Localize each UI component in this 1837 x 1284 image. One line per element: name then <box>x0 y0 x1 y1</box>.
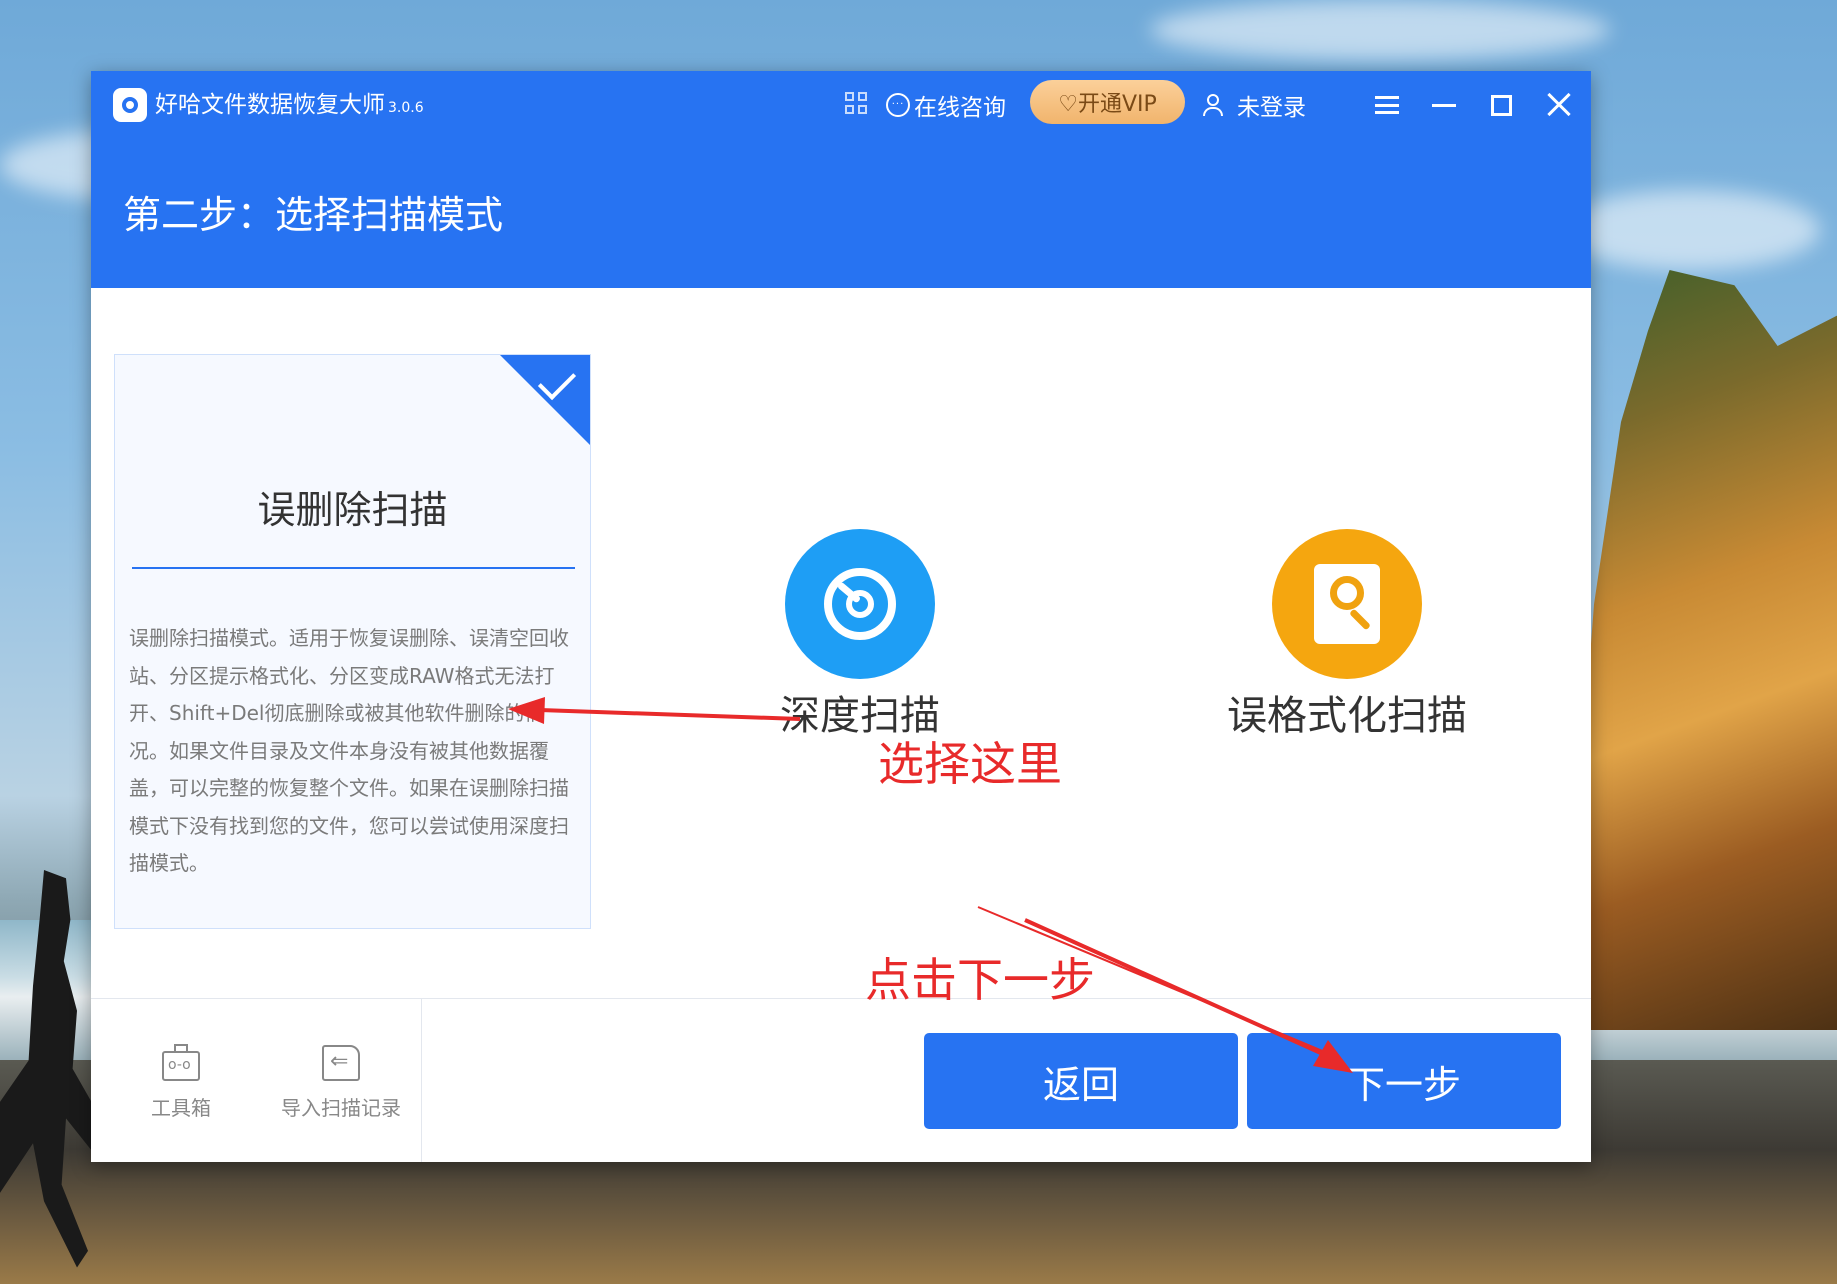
selected-corner-badge <box>500 355 590 445</box>
mode-option-format-scan[interactable]: 误格式化扫描 <box>1217 529 1477 769</box>
online-consult-button[interactable]: ··· 在线咨询 <box>886 87 1006 123</box>
close-button[interactable] <box>1539 85 1579 125</box>
footer-separator <box>421 998 422 1162</box>
online-consult-label: 在线咨询 <box>914 95 1006 121</box>
footer-divider <box>91 998 1591 999</box>
login-button[interactable]: 未登录 <box>1203 87 1306 123</box>
login-label: 未登录 <box>1237 95 1306 121</box>
hard-disk-icon <box>1314 564 1380 644</box>
app-name: 好哈文件数据恢复大师 <box>155 92 385 118</box>
format-scan-circle <box>1272 529 1422 679</box>
menu-icon <box>1375 96 1399 114</box>
deep-scan-icon <box>824 568 896 640</box>
app-title: 好哈文件数据恢复大师 3.0.6 <box>155 89 424 124</box>
import-label: 导入扫描记录 <box>281 1096 401 1120</box>
deep-scan-circle <box>785 529 935 679</box>
mode-card-mistaken-delete[interactable]: 误删除扫描 误删除扫描模式。适用于恢复误删除、误清空回收站、分区提示格式化、分区… <box>114 354 591 929</box>
minimize-icon <box>1432 103 1456 107</box>
import-folder-icon <box>322 1045 360 1081</box>
app-window: 好哈文件数据恢复大师 3.0.6 ··· 在线咨询 ♡开通VIP 未登录 第二步：… <box>91 71 1591 1162</box>
menu-button[interactable] <box>1367 85 1407 125</box>
mode-card-title: 误删除扫描 <box>257 488 448 532</box>
qr-code-icon[interactable] <box>845 92 869 116</box>
close-icon <box>1546 92 1572 118</box>
title-bar: 好哈文件数据恢复大师 3.0.6 ··· 在线咨询 ♡开通VIP 未登录 第二步：… <box>91 71 1591 288</box>
mode-card-description: 误删除扫描模式。适用于恢复误删除、误清空回收站、分区提示格式化、分区变成RAW格… <box>129 626 569 875</box>
format-scan-label: 误格式化扫描 <box>1227 693 1467 739</box>
open-vip-button[interactable]: ♡开通VIP <box>1030 80 1185 124</box>
back-button[interactable]: 返回 <box>924 1033 1238 1129</box>
step-title: 第二步：选择扫描模式 <box>123 193 504 237</box>
app-version: 3.0.6 <box>388 100 424 116</box>
maximize-button[interactable] <box>1481 85 1521 125</box>
app-logo-icon <box>113 88 147 122</box>
import-scan-record-button[interactable]: 导入扫描记录 <box>271 1041 411 1131</box>
toolbox-label: 工具箱 <box>151 1096 211 1120</box>
maximize-icon <box>1490 94 1512 116</box>
card-divider <box>132 567 575 569</box>
toolbox-button[interactable]: 工具箱 <box>121 1041 241 1131</box>
mode-option-deep-scan[interactable]: 深度扫描 <box>730 529 990 769</box>
deep-scan-label: 深度扫描 <box>780 693 940 739</box>
chat-bubble-icon: ··· <box>886 93 910 117</box>
user-icon <box>1203 94 1223 116</box>
next-step-button[interactable]: 下一步 <box>1247 1033 1561 1129</box>
minimize-button[interactable] <box>1424 85 1464 125</box>
annotation-select-here: 选择这里 <box>878 737 1062 791</box>
annotation-click-next: 点击下一步 <box>865 953 1095 1007</box>
toolbox-icon <box>162 1044 200 1081</box>
